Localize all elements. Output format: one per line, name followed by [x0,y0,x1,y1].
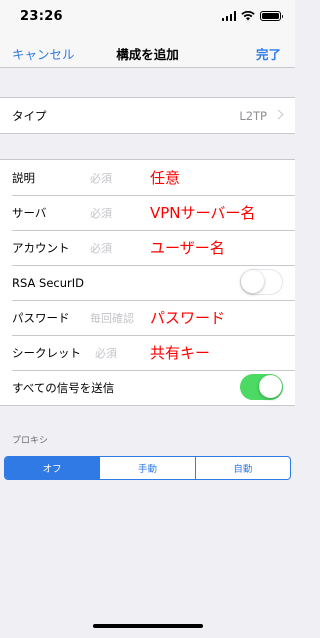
battery-icon [260,11,283,21]
wifi-icon [241,11,255,21]
server-annotation: VPNサーバー名 [150,204,256,222]
proxy-segment-auto[interactable]: 自動 [194,457,290,479]
password-row[interactable]: パスワード 毎回確認 パスワード [0,300,295,335]
send-all-traffic-switch[interactable] [240,374,283,400]
account-label: アカウント [12,240,70,255]
rsa-securid-switch[interactable] [240,269,283,295]
description-input[interactable]: 必須 [90,170,112,186]
account-row[interactable]: アカウント 必須 ユーザー名 [0,230,295,265]
status-bar: 23:26 [0,0,295,34]
description-row[interactable]: 説明 必須 任意 [0,160,295,195]
switch-knob [259,375,282,398]
proxy-segment-manual[interactable]: 手動 [99,457,194,479]
type-row[interactable]: タイプ L2TP [0,98,295,133]
secret-annotation: 共有キー [150,344,211,362]
server-row[interactable]: サーバ 必須 VPNサーバー名 [0,195,295,230]
send-all-traffic-label: すべての信号を送信 [12,380,115,395]
description-label: 説明 [12,170,35,185]
status-icons [221,11,283,21]
type-value: L2TP [239,108,267,123]
switch-knob [241,270,264,293]
secret-input[interactable]: 必須 [95,345,117,361]
send-all-traffic-row: すべての信号を送信 [0,370,295,405]
password-label: パスワード [12,310,70,325]
server-input[interactable]: 必須 [90,205,112,221]
account-input[interactable]: 必須 [90,240,112,256]
done-button[interactable]: 完了 [256,44,281,63]
home-indicator[interactable] [93,624,203,628]
proxy-segment-off[interactable]: オフ [5,457,100,479]
status-time: 23:26 [20,9,63,24]
signal-icon [221,11,236,21]
password-annotation: パスワード [150,309,226,327]
navigation-bar: キャンセル 構成を追加 完了 [0,34,295,68]
proxy-section-header: プロキシ [12,436,49,446]
account-annotation: ユーザー名 [150,239,225,257]
vpn-settings-group: 説明 必須 任意 サーバ 必須 VPNサーバー名 アカウント 必須 ユーザー名 … [0,159,295,406]
secret-label: シークレット [12,345,81,360]
rsa-securid-row: RSA SecurID [0,265,295,300]
type-label: タイプ [12,108,47,123]
proxy-segmented-control: オフ 手動 自動 [4,456,291,480]
chevron-right-icon [273,109,284,120]
secret-row[interactable]: シークレット 必須 共有キー [0,335,295,370]
server-label: サーバ [12,205,47,220]
password-input[interactable]: 毎回確認 [90,310,134,326]
type-group: タイプ L2TP [0,97,295,134]
page-title: 構成を追加 [116,47,179,62]
rsa-securid-label: RSA SecurID [12,275,84,290]
description-annotation: 任意 [150,169,181,187]
